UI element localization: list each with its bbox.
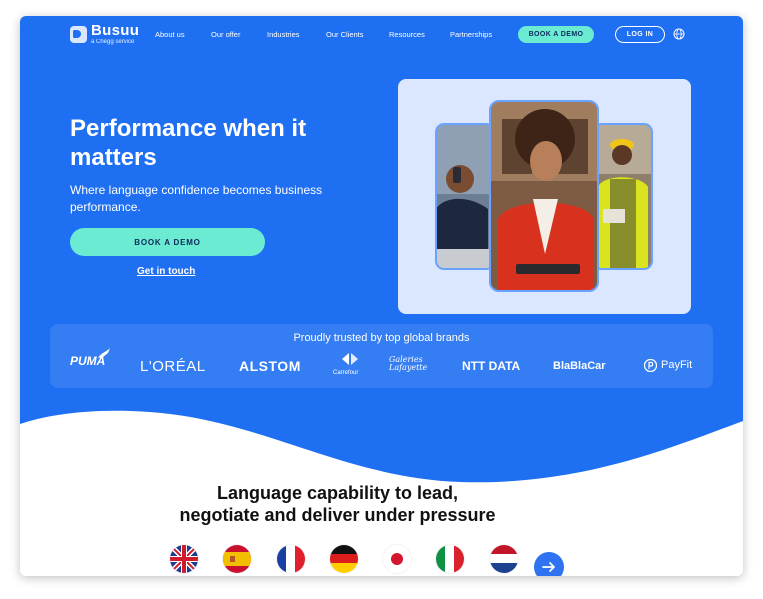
next-languages-button[interactable] xyxy=(534,552,564,576)
browser-page: Busuu a Chegg service About us Our offer… xyxy=(20,16,743,576)
brand-logo-loreal: L'ORÉAL xyxy=(140,358,206,375)
busuu-logo-icon xyxy=(70,25,87,43)
globe-icon[interactable] xyxy=(673,28,685,40)
nav-book-demo-button[interactable]: BOOK A DEMO xyxy=(518,26,594,43)
arrow-right-icon xyxy=(542,562,555,572)
hero-book-demo-button[interactable]: BOOK A DEMO xyxy=(70,228,265,256)
photo-woman-with-laptop xyxy=(490,101,598,291)
nav-partnerships[interactable]: Partnerships xyxy=(450,30,492,39)
hero-photo-card xyxy=(398,79,691,314)
brand-tagline: a Chegg service xyxy=(91,39,135,45)
hero-section: Busuu a Chegg service About us Our offer… xyxy=(20,16,743,576)
photo-construction-worker xyxy=(594,124,652,269)
brand-name: Busuu xyxy=(91,22,140,39)
get-in-touch-link[interactable]: Get in touch xyxy=(137,266,195,277)
flag-italy-icon[interactable] xyxy=(436,545,464,573)
brand-logo-blablacar: BlaBlaCar xyxy=(553,360,606,372)
nav-industries[interactable]: Industries xyxy=(267,30,300,39)
hero-photo-collage xyxy=(435,100,653,292)
busuu-logo[interactable]: Busuu a Chegg service xyxy=(70,23,139,45)
section-title: Language capability to lead, negotiate a… xyxy=(150,482,525,526)
brand-logo-carrefour: Carrefour xyxy=(333,370,359,376)
brand-logo-alstom: ALSTOM xyxy=(239,358,301,374)
puma-cat-icon xyxy=(98,348,110,358)
trusted-brands-title: Proudly trusted by top global brands xyxy=(293,332,470,344)
login-button[interactable]: LOG IN xyxy=(615,26,665,43)
payfit-icon xyxy=(644,359,657,372)
hero-subtitle: Where language confidence becomes busine… xyxy=(70,183,323,214)
brand-logo-ntt-data: NTT DATA xyxy=(462,359,521,373)
carrefour-icon xyxy=(342,353,358,365)
photo-businessman-on-phone xyxy=(436,124,494,269)
trusted-brands-bar: Proudly trusted by top global brands PUM… xyxy=(50,324,713,388)
flag-france-icon[interactable] xyxy=(277,545,305,573)
nav-our-clients[interactable]: Our Clients xyxy=(326,30,364,39)
section-title-line1: Language capability to lead, xyxy=(216,483,459,503)
hero-title: Performance when it matters xyxy=(70,115,307,171)
flag-uk-icon[interactable] xyxy=(170,545,198,573)
nav-resources[interactable]: Resources xyxy=(389,30,425,39)
flag-japan-icon[interactable] xyxy=(383,545,411,573)
brand-logo-payfit: PayFit xyxy=(661,359,693,371)
section-title-line2: negotiate and deliver under pressure xyxy=(179,505,496,525)
nav-about-us[interactable]: About us xyxy=(155,30,185,39)
flag-germany-icon[interactable] xyxy=(330,545,358,573)
flag-spain-icon[interactable] xyxy=(223,545,251,573)
nav-our-offer[interactable]: Our offer xyxy=(211,30,240,39)
brand-logo-galeries-lafayette: Galeries Lafayette xyxy=(389,355,428,372)
flag-netherlands-icon[interactable] xyxy=(490,545,518,573)
